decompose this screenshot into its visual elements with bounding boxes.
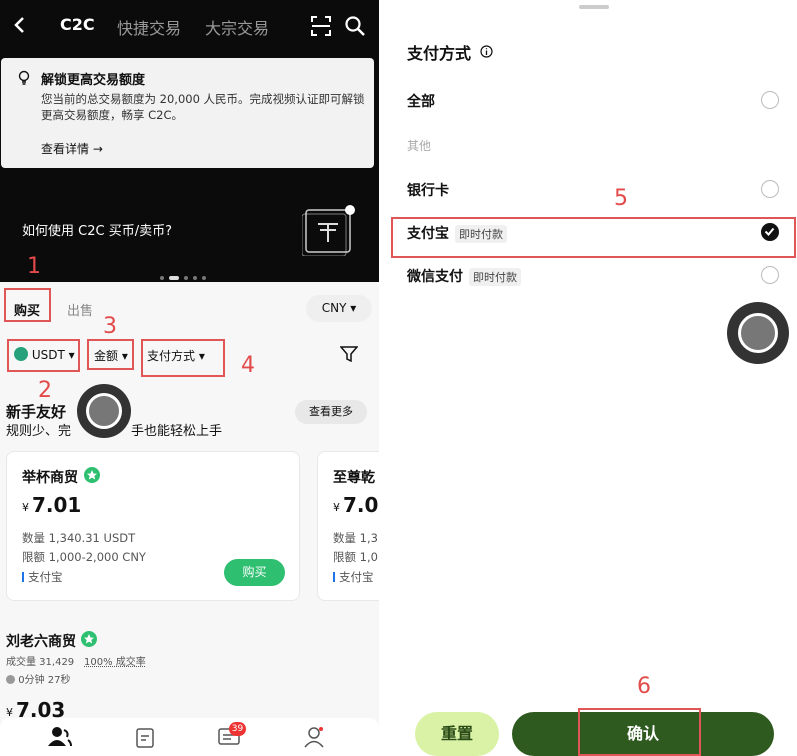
verified-badge-icon — [80, 630, 98, 652]
notice-desc: 您当前的总交易额度为 20,000 人民币。完成视频认证即可解锁更高交易额度，畅… — [41, 92, 365, 122]
banner-text[interactable]: 如何使用 C2C 买币/卖币? — [22, 220, 172, 239]
price: 7.01 — [343, 493, 379, 517]
annotation-number-1: 1 — [27, 254, 41, 279]
tab-block-trade[interactable]: 大宗交易 — [205, 15, 269, 39]
annotation-number-4: 4 — [241, 353, 255, 378]
message-badge: 39 — [229, 722, 246, 736]
sell-tab[interactable]: 出售 — [67, 300, 93, 319]
payment-method: 支付宝 — [333, 569, 374, 585]
other-header: 其他 — [407, 139, 432, 153]
option-bank-card[interactable]: 银行卡 — [407, 180, 449, 200]
currency-select[interactable]: CNY ▾ — [306, 295, 372, 322]
filter-icon[interactable] — [339, 346, 359, 366]
section-title: 新手友好 — [6, 403, 67, 421]
section-subtitle: 规则少、完 — [6, 424, 72, 439]
completion-rate: 100% 成交率 — [84, 657, 146, 668]
payment-method-sheet: 支付方式 全部 其他 银行卡 支付宝 即时付款 微信支付 即时付款 重置 确认 — [391, 0, 797, 756]
merchant-card[interactable]: 举杯商贸 ¥ 7.01 数量 1,340.31 USDT 限额 1,000-2,… — [6, 451, 300, 601]
quantity: 数量 1,340.31 USDT — [22, 531, 136, 545]
verified-badge-icon — [83, 466, 101, 488]
annotation-number-3: 3 — [103, 314, 117, 339]
touch-indicator — [727, 302, 789, 364]
drag-handle[interactable] — [579, 5, 609, 9]
top-nav: C2C 快捷交易 大宗交易 — [0, 0, 379, 52]
option-all[interactable]: 全部 — [407, 91, 435, 111]
payment-method-label: 支付宝 — [28, 570, 63, 584]
view-more-button[interactable]: 查看更多 — [295, 400, 367, 424]
trade-count: 成交量 31,429 — [6, 657, 75, 668]
merchant-name[interactable]: 刘老六商贸 — [6, 631, 76, 651]
radio-bank-card[interactable] — [761, 180, 779, 198]
info-icon[interactable] — [479, 43, 493, 62]
currency-symbol: ¥ — [333, 501, 340, 514]
users-icon[interactable] — [48, 726, 72, 752]
chevron-left-icon[interactable] — [10, 14, 30, 36]
search-icon[interactable] — [344, 15, 366, 41]
sheet-title-label: 支付方式 — [407, 44, 472, 63]
buy-button[interactable]: 购买 — [224, 559, 285, 586]
annotation-number-5: 5 — [614, 186, 628, 211]
merchant-name: 举杯商贸 — [22, 470, 78, 486]
avg-time: 0分钟 27秒 — [6, 671, 70, 686]
currency-symbol: ¥ — [22, 501, 29, 514]
section-subtitle-end: 手也能轻松上手 — [131, 424, 223, 439]
annotation-box-6 — [578, 708, 701, 756]
profile-icon[interactable] — [303, 726, 325, 752]
price: 7.01 — [32, 493, 82, 517]
annotation-box-5 — [391, 217, 796, 258]
orders-icon[interactable] — [135, 728, 155, 752]
instant-pay-tag: 即时付款 — [469, 268, 521, 286]
c2c-panel: C2C 快捷交易 大宗交易 解锁更高交易额度 您当前的总交易额度为 20,000… — [0, 0, 379, 756]
tab-c2c[interactable]: C2C — [60, 15, 95, 34]
notice-link[interactable]: 查看详情 → — [41, 140, 103, 157]
limit: 限额 1,0 — [333, 550, 378, 564]
option-wechat-pay[interactable]: 微信支付 即时付款 — [407, 266, 521, 286]
radio-all[interactable] — [761, 91, 779, 109]
lightbulb-icon — [17, 70, 31, 90]
notice-title: 解锁更高交易额度 — [41, 73, 146, 88]
annotation-number-6: 6 — [637, 674, 651, 699]
merchant-name: 至尊乾 — [333, 470, 375, 486]
tether-card-icon — [301, 204, 358, 260]
reset-button[interactable]: 重置 — [415, 712, 499, 756]
limit: 限额 1,000-2,000 CNY — [22, 550, 146, 564]
radio-wechat-pay[interactable] — [761, 266, 779, 284]
annotation-box-2 — [7, 339, 80, 372]
limit-notice: 解锁更高交易额度 您当前的总交易额度为 20,000 人民币。完成视频认证即可解… — [1, 58, 374, 168]
annotation-box-4 — [141, 339, 225, 377]
scan-icon[interactable] — [310, 15, 332, 41]
tab-quick-trade[interactable]: 快捷交易 — [117, 15, 181, 39]
avg-time-label: 0分钟 27秒 — [18, 675, 71, 686]
annotation-number-2: 2 — [38, 378, 52, 403]
payment-method: 支付宝 — [22, 569, 63, 585]
quantity: 数量 1,3 — [333, 531, 378, 545]
option-wechat-label: 微信支付 — [407, 269, 463, 285]
annotation-box-3 — [87, 339, 134, 370]
touch-indicator — [77, 384, 131, 438]
payment-method-label: 支付宝 — [339, 570, 374, 584]
merchant-card[interactable]: 至尊乾 ¥ 7.01 数量 1,3 限额 1,0 支付宝 — [317, 451, 379, 601]
sheet-title: 支付方式 — [407, 40, 493, 64]
annotation-box-1 — [4, 288, 51, 322]
bottom-nav: 39 — [0, 718, 379, 756]
clock-icon — [6, 675, 15, 684]
